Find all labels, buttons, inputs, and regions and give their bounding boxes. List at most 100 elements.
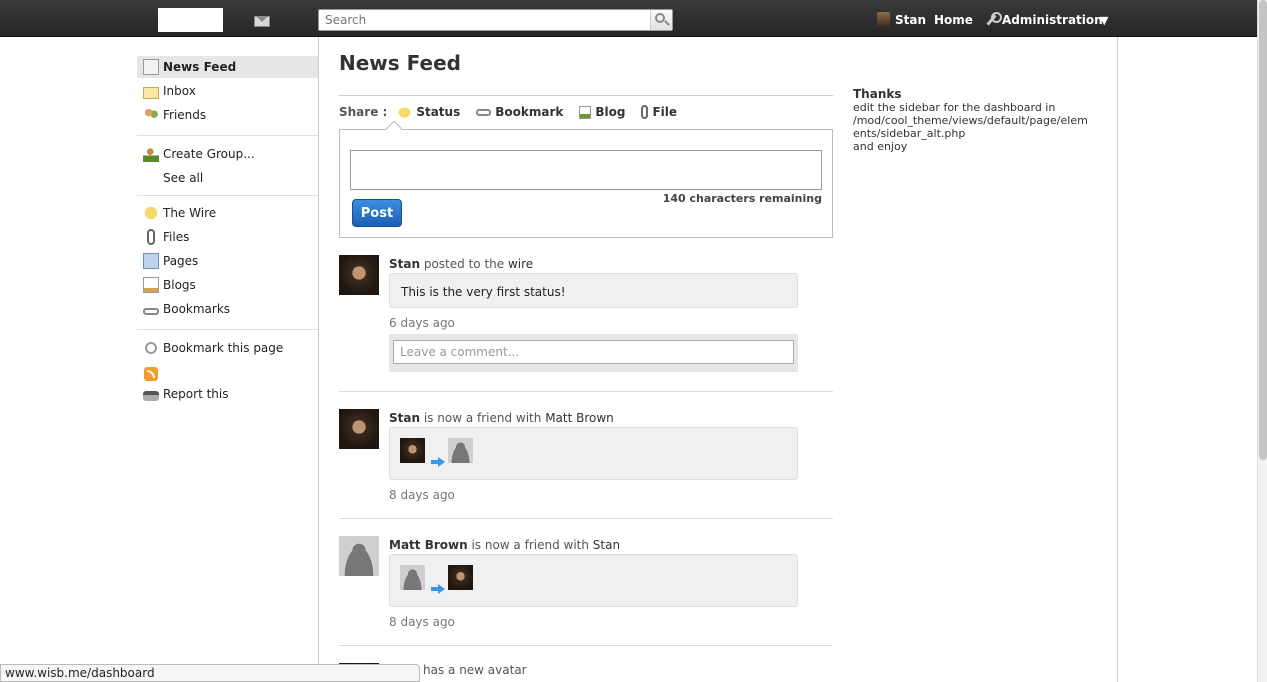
sidebar-item-see-all[interactable]: See all <box>137 167 318 189</box>
main-column-border <box>318 37 319 682</box>
post-button[interactable]: Post <box>352 199 402 227</box>
sidebar-item-inbox[interactable]: Inbox <box>137 80 318 102</box>
wrench-icon <box>984 12 1002 27</box>
arrow-right-icon <box>431 584 445 594</box>
sidebar-item-label: Bookmarks <box>163 302 231 316</box>
inbox-icon <box>143 86 159 99</box>
share-tab-file[interactable]: File <box>641 105 677 119</box>
status-compose-box: 140 characters remaining Post <box>339 129 833 238</box>
nav-admin-link[interactable]: Administration <box>984 12 1103 27</box>
share-tabs: Share : Status Bookmark Blog File <box>339 102 693 122</box>
nav-user-link[interactable]: Stan <box>877 12 926 27</box>
share-tab-bookmark[interactable]: Bookmark <box>476 105 563 119</box>
sidebar-item-report-this[interactable]: Report this <box>137 383 318 405</box>
sidebar-alt-text: and enjoy <box>853 140 908 153</box>
feed-divider <box>339 391 833 392</box>
right-sidebar: Thanks edit the sidebar for the dashboar… <box>853 87 1093 154</box>
avatar[interactable] <box>339 255 379 295</box>
feed-divider <box>339 518 833 519</box>
sidebar-item-label: The Wire <box>163 206 217 220</box>
browser-status-bar: www.wisb.me/dashboard <box>0 664 420 682</box>
page-title: News Feed <box>339 51 461 75</box>
sidebar-divider <box>137 135 318 136</box>
rss-icon <box>144 367 158 381</box>
share-tab-label: Bookmark <box>495 105 564 119</box>
share-tab-label: Blog <box>595 105 626 119</box>
comment-input[interactable]: Leave a comment... <box>393 340 794 364</box>
sidebar-item-blogs[interactable]: Blogs <box>137 274 318 296</box>
sidebar-item-label: News Feed <box>163 60 237 74</box>
nav-home-link[interactable]: Home <box>934 13 973 27</box>
avatar[interactable] <box>448 438 473 463</box>
news-feed-icon <box>143 59 159 75</box>
status-text: This is the very first status! <box>401 285 566 299</box>
share-tab-status[interactable]: Status <box>397 105 460 119</box>
sidebar-alt-title: Thanks <box>853 87 902 101</box>
friendship-bubble <box>389 554 798 607</box>
feed-target-link[interactable]: wire <box>508 257 533 271</box>
feed-action-text: is now a friend with <box>420 411 546 425</box>
feed-user-link[interactable]: Matt Brown <box>389 538 468 552</box>
report-icon <box>143 391 159 401</box>
sidebar-item-pages[interactable]: Pages <box>137 250 318 272</box>
avatar[interactable] <box>339 536 379 576</box>
sidebar-item-files[interactable]: Files <box>137 226 318 248</box>
site-logo[interactable] <box>158 8 223 32</box>
avatar[interactable] <box>339 409 379 449</box>
sidebar-item-create-group[interactable]: Create Group... <box>137 143 318 165</box>
search-button[interactable] <box>650 10 672 30</box>
share-label: Share : <box>339 105 388 119</box>
status-url: www.wisb.me/dashboard <box>5 666 155 680</box>
user-avatar <box>877 12 890 27</box>
sidebar-item-bookmarks[interactable]: Bookmarks <box>137 298 318 320</box>
sidebar-item-label: Blogs <box>163 278 196 292</box>
sidebar-item-bookmark-this-page[interactable]: Bookmark this page <box>137 337 318 359</box>
status-bubble: This is the very first status! <box>389 273 798 308</box>
dropdown-caret-icon[interactable]: ▼ <box>1100 14 1108 27</box>
status-textarea[interactable] <box>350 150 822 190</box>
sidebar-item-label: Friends <box>163 108 207 122</box>
sidebar-alt-text: ents/sidebar_alt.php <box>853 127 966 140</box>
feed-summary: Matt Brown is now a friend with Stan <box>389 538 620 552</box>
blog-icon <box>579 105 592 119</box>
scrollbar-thumb[interactable] <box>1259 0 1267 460</box>
feed-target-link[interactable]: Stan <box>593 538 620 552</box>
sidebar-item-label: Pages <box>163 254 199 268</box>
arrow-right-icon <box>431 457 445 467</box>
speech-bubble-icon <box>143 205 159 221</box>
page-scrollbar[interactable] <box>1257 0 1267 682</box>
feed-action-text: posted to the <box>420 257 508 271</box>
sidebar-item-label: See all <box>163 171 204 185</box>
share-tab-blog[interactable]: Blog <box>579 105 625 119</box>
sidebar-item-rss[interactable] <box>137 363 318 385</box>
sidebar-divider <box>137 329 318 330</box>
feed-timestamp: 8 days ago <box>389 488 455 502</box>
search-icon-handle <box>664 20 670 26</box>
feed-user-link[interactable]: Stan <box>389 257 420 271</box>
bookmark-icon <box>476 108 492 116</box>
feed-action-text: is now a friend with <box>467 538 593 552</box>
sidebar-alt-text: /mod/cool_theme/views/default/page/elem <box>853 114 1088 127</box>
paperclip-icon <box>641 105 649 119</box>
group-icon <box>143 146 159 162</box>
avatar[interactable] <box>448 565 473 590</box>
paperclip-icon <box>147 229 155 245</box>
sidebar-item-friends[interactable]: Friends <box>137 104 318 126</box>
main-column-border <box>1117 37 1118 682</box>
sidebar-alt-text: edit the sidebar for the dashboard in <box>853 101 1056 114</box>
mail-icon[interactable] <box>254 16 270 27</box>
sidebar-item-news-feed[interactable]: News Feed <box>137 56 318 78</box>
avatar[interactable] <box>400 438 425 463</box>
blog-icon <box>143 277 159 293</box>
sidebar-item-label: Bookmark this page <box>163 341 284 355</box>
feed-target-link[interactable]: Matt Brown <box>545 411 614 425</box>
feed-divider <box>339 645 833 646</box>
sidebar-item-the-wire[interactable]: The Wire <box>137 202 318 224</box>
sidebar-divider <box>137 195 318 196</box>
share-tab-label: File <box>652 105 678 119</box>
search-input[interactable] <box>319 10 649 30</box>
feed-user-link[interactable]: Stan <box>389 411 420 425</box>
avatar[interactable] <box>400 565 425 590</box>
nav-user-name: Stan <box>895 12 927 27</box>
top-navigation-bar: Stan Home Administration ▼ <box>0 0 1257 37</box>
